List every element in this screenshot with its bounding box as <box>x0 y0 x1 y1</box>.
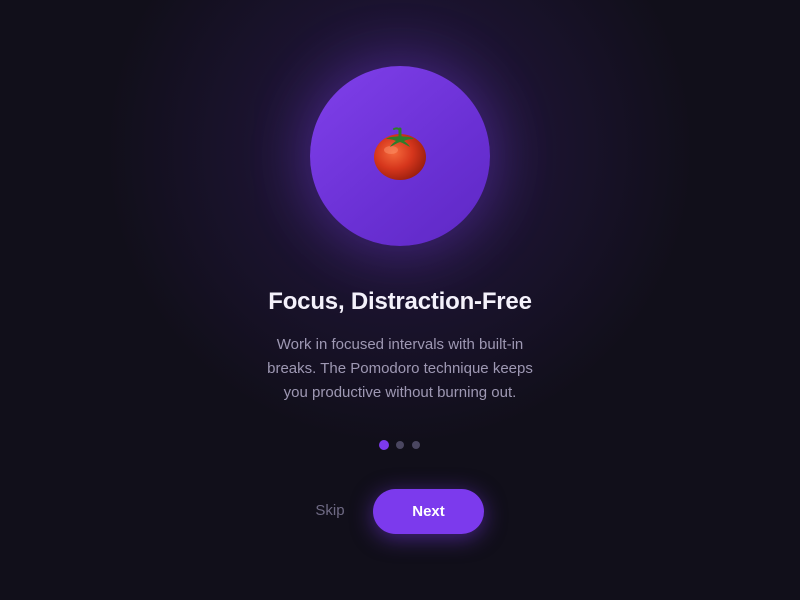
skip-button[interactable]: Skip <box>300 494 360 528</box>
hero-illustration <box>310 66 490 246</box>
page-dot-2[interactable] <box>396 441 404 449</box>
page-dot-3[interactable] <box>412 441 420 449</box>
onboarding-screen: Focus, Distraction-Free Work in focused … <box>0 0 800 600</box>
page-indicator <box>0 440 800 450</box>
description-line: breaks. The Pomodoro technique keeps <box>267 360 533 377</box>
page-dot-1[interactable] <box>379 440 389 450</box>
next-button[interactable]: Next <box>373 489 484 534</box>
tomato-icon <box>374 127 426 180</box>
onboarding-description: Work in focused intervals with built-in … <box>250 333 550 405</box>
description-line: Work in focused intervals with built-in <box>276 336 524 353</box>
description-line: you productive without burning out. <box>283 384 517 401</box>
onboarding-title: Focus, Distraction-Free <box>268 288 532 315</box>
